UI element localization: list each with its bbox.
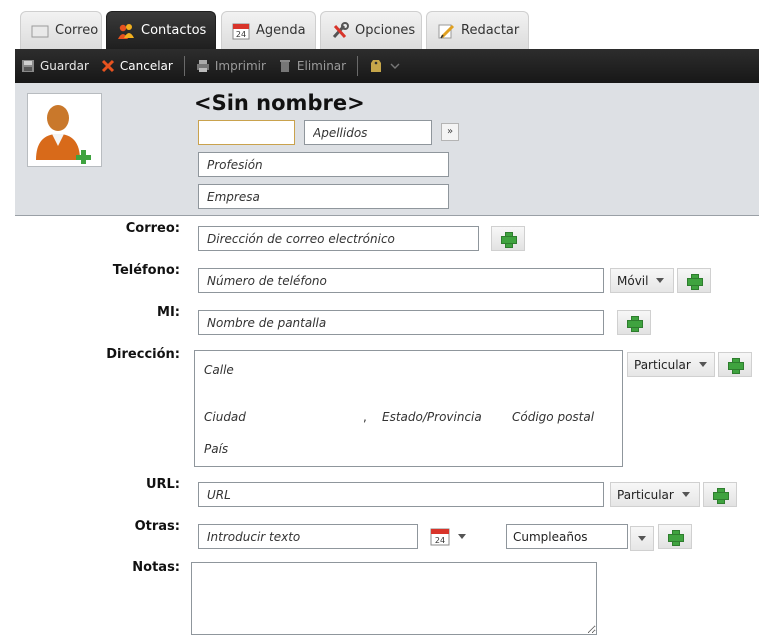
avatar[interactable] (27, 93, 102, 167)
svg-text:24: 24 (435, 536, 445, 545)
url-type-value: Particular (617, 487, 674, 502)
phone-type-dropdown[interactable]: Móvil (610, 268, 674, 293)
contact-form: Correo: Teléfono: Móvil MI: Dirección: C… (15, 216, 759, 643)
plus-icon (687, 273, 703, 290)
address-box[interactable]: Calle Ciudad , Estado/Provincia Código p… (194, 350, 623, 467)
tab-label: Redactar (461, 23, 520, 38)
city-field[interactable]: Ciudad (204, 410, 246, 424)
email-label: Correo: (125, 221, 180, 236)
person-icon (36, 105, 91, 164)
url-type-dropdown[interactable]: Particular (610, 482, 700, 507)
city-comma: , (363, 410, 367, 424)
add-im-button[interactable] (617, 310, 651, 335)
im-field[interactable] (198, 310, 604, 335)
other-type-value: Cumpleaños (513, 529, 588, 544)
other-label: Otras: (134, 519, 180, 534)
delete-label: Eliminar (296, 59, 347, 73)
print-button[interactable]: Imprimir (190, 49, 272, 83)
contacts-icon (117, 22, 135, 40)
tab-bar: Correo Contactos 24 Agenda Opciones Reda… (0, 0, 767, 49)
plus-icon (501, 231, 517, 248)
contact-header: <Sin nombre> » (15, 83, 759, 216)
trash-icon (278, 59, 292, 73)
company-field[interactable] (198, 184, 449, 209)
date-picker-button[interactable]: 24 (424, 524, 482, 549)
cancel-button[interactable]: Cancelar (95, 49, 179, 83)
tab-label: Opciones (355, 23, 416, 38)
other-type-dropdown-toggle[interactable] (630, 526, 654, 551)
print-label: Imprimir (214, 59, 266, 73)
expand-name-button[interactable]: » (441, 123, 459, 141)
country-field[interactable]: País (204, 442, 228, 456)
plus-icon (627, 315, 643, 332)
tab-redactar[interactable]: Redactar (426, 11, 529, 49)
add-other-button[interactable] (658, 524, 692, 549)
cancel-label: Cancelar (119, 59, 173, 73)
address-label: Dirección: (106, 347, 180, 362)
save-label: Guardar (40, 59, 89, 73)
add-email-button[interactable] (491, 226, 525, 251)
plus-icon (668, 529, 684, 546)
delete-button[interactable]: Eliminar (272, 49, 352, 83)
other-type-select[interactable]: Cumpleaños (506, 524, 628, 549)
chevron-down-icon (388, 59, 402, 73)
mail-icon (31, 22, 49, 40)
calendar-icon: 24 (232, 22, 250, 40)
phone-label: Teléfono: (112, 263, 180, 278)
tab-opciones[interactable]: Opciones (320, 11, 422, 49)
toolbar: Guardar Cancelar Imprimir Eliminar (15, 49, 759, 83)
tab-agenda[interactable]: 24 Agenda (221, 11, 316, 49)
calendar-icon: 24 (430, 528, 450, 545)
chevron-down-icon (458, 534, 466, 539)
profession-field[interactable] (198, 152, 449, 177)
add-address-button[interactable] (718, 352, 752, 377)
first-name-field[interactable] (198, 120, 295, 145)
last-name-field[interactable] (304, 120, 432, 145)
tab-label: Contactos (141, 23, 207, 38)
url-label: URL: (145, 477, 180, 492)
print-icon (196, 59, 210, 73)
cancel-icon (101, 59, 115, 73)
other-field[interactable] (198, 524, 418, 549)
add-url-button[interactable] (703, 482, 737, 507)
toolbar-separator (357, 56, 359, 76)
phone-type-value: Móvil (617, 273, 649, 288)
notes-field[interactable] (191, 562, 597, 635)
tab-contactos[interactable]: Contactos (106, 11, 216, 49)
email-field[interactable] (198, 226, 479, 251)
url-field[interactable] (198, 482, 604, 507)
plus-icon (728, 357, 744, 374)
chevron-down-icon (698, 362, 707, 367)
tag-menu-button[interactable] (363, 49, 413, 83)
add-phone-button[interactable] (677, 268, 711, 293)
contact-title: <Sin nombre> (194, 91, 365, 115)
phone-field[interactable] (198, 268, 604, 293)
chevron-down-icon (638, 536, 646, 541)
tab-label: Agenda (256, 23, 306, 38)
plus-icon (713, 487, 729, 504)
toolbar-separator (183, 56, 185, 76)
tab-correo[interactable]: Correo (20, 11, 102, 49)
chevron-down-icon (656, 278, 665, 283)
street-field[interactable]: Calle (204, 363, 234, 377)
tools-icon (331, 21, 349, 40)
compose-icon (437, 22, 455, 40)
svg-text:24: 24 (236, 30, 246, 39)
chevron-down-icon (681, 492, 690, 497)
save-icon (21, 59, 35, 73)
tab-label: Correo (55, 23, 99, 38)
im-label: MI: (157, 305, 180, 320)
tag-icon (369, 59, 383, 73)
notes-label: Notas: (132, 560, 180, 575)
address-type-value: Particular (634, 357, 691, 372)
address-type-dropdown[interactable]: Particular (627, 352, 715, 377)
postal-code-field[interactable]: Código postal (512, 410, 594, 424)
state-field[interactable]: Estado/Provincia (382, 410, 482, 424)
save-button[interactable]: Guardar (15, 49, 95, 83)
